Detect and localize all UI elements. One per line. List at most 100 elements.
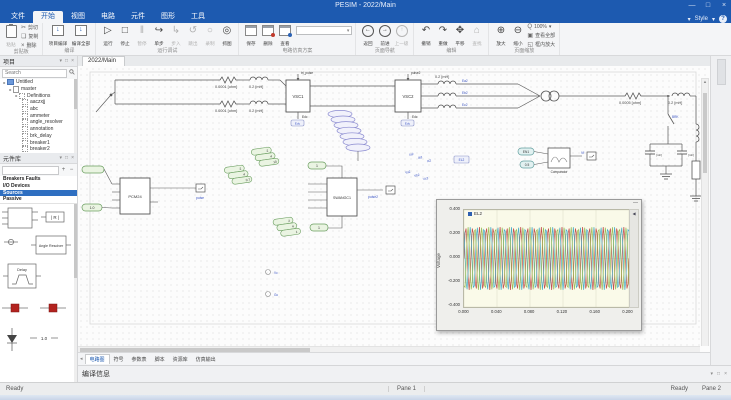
delay-component[interactable]: Delay: [3, 264, 41, 288]
output-phase-c[interactable]: Ec2: [421, 96, 540, 108]
step-out-button[interactable]: ↺ 跳出: [184, 24, 201, 48]
library-search-input[interactable]: [2, 166, 59, 175]
signal-pill[interactable]: [82, 166, 112, 184]
pan-button[interactable]: ✥ 平移: [451, 24, 468, 48]
stop-button[interactable]: □ 停止: [116, 24, 133, 48]
snapshot-button[interactable]: ◎ 抓图: [218, 24, 235, 48]
scheme-combobox[interactable]: ▾: [296, 26, 352, 35]
chevron-down-icon[interactable]: ▾: [688, 16, 691, 23]
category-breakers-faults[interactable]: Breakers Faults: [0, 176, 77, 183]
tab-resources[interactable]: 资源库: [169, 355, 192, 364]
vsc1-block[interactable]: VSC1 tri_pulse Edc Edc: [286, 71, 313, 126]
breaker-component[interactable]: [2, 304, 28, 312]
zoom-in-button[interactable]: ⊕ 放大: [492, 24, 509, 48]
tree-item[interactable]: breaker2: [0, 146, 77, 153]
minimize-icon[interactable]: —: [687, 0, 697, 11]
el2-tag[interactable]: EL2: [454, 156, 469, 163]
maximize-icon[interactable]: □: [703, 0, 713, 11]
close-icon[interactable]: ×: [71, 155, 74, 161]
meter-component[interactable]: [4, 240, 18, 245]
signal-pill[interactable]: 1: [308, 162, 326, 169]
comparator-block[interactable]: Comparator: [548, 148, 582, 174]
help-icon[interactable]: ?: [719, 15, 727, 23]
tree-item[interactable]: brk_delay: [0, 133, 77, 140]
compile-all-button[interactable]: ↓ 编译全部: [69, 24, 92, 48]
breaker-component[interactable]: [40, 304, 66, 312]
cable-bundle[interactable]: [328, 110, 370, 161]
view-all-button[interactable]: ▣ 查看全部: [527, 32, 555, 39]
scheme-save-button[interactable]: 保存: [242, 24, 259, 48]
library-preview-scrollbar[interactable]: [74, 204, 77, 389]
pcm24-block[interactable]: PCM24: [112, 178, 196, 214]
tag-stack[interactable]: 2 4 1: [273, 216, 301, 237]
collapse-icon[interactable]: ▾: [711, 371, 714, 377]
tab-components[interactable]: 元件: [123, 11, 153, 23]
paste-button[interactable]: 粘贴: [3, 24, 20, 49]
line-rl[interactable]: 0.0005 [ohm] 0.2 [mH]: [559, 93, 696, 105]
scroll-up-icon[interactable]: ▲: [702, 79, 708, 85]
project-search-input[interactable]: [2, 69, 67, 78]
gain-component[interactable]: 1.0: [30, 336, 58, 341]
scheme-view-button[interactable]: 查看: [276, 24, 293, 48]
tree-item[interactable]: ammeter: [0, 112, 77, 119]
diode-component[interactable]: [7, 328, 17, 351]
tab-script[interactable]: 脚本: [151, 355, 169, 364]
tree-item[interactable]: breaker1: [0, 139, 77, 146]
signal-pill[interactable]: 1.0: [82, 204, 112, 211]
zoom-out-button[interactable]: ⊖ 缩小: [509, 24, 526, 48]
style-menu[interactable]: Style: [695, 16, 708, 22]
flipflop-component[interactable]: [2, 208, 38, 228]
node-tag[interactable]: Vc: [266, 270, 279, 276]
tab-symbol[interactable]: 符号: [110, 355, 128, 364]
pin-icon[interactable]: □: [65, 58, 68, 64]
goto-tag[interactable]: [196, 184, 205, 192]
scope-window[interactable]: — Voltage 0.400 0.200 0.000 -0.200 -0.40…: [436, 199, 642, 331]
goto-tag[interactable]: [386, 186, 395, 194]
tag-stack[interactable]: 2 4 0.7: [224, 164, 252, 185]
add-library-button[interactable]: +: [60, 166, 67, 174]
right-dock-tab[interactable]: [717, 59, 726, 85]
record-button[interactable]: ○ 录制: [201, 24, 218, 48]
library-preview-canvas[interactable]: | R | Angle Resolver Delay: [0, 204, 74, 388]
goto-tag[interactable]: [587, 152, 596, 160]
transformer[interactable]: [541, 91, 559, 101]
search-icon[interactable]: [68, 69, 75, 78]
tag-stack[interactable]: 2 4 10: [251, 146, 279, 167]
pin-icon[interactable]: □: [717, 371, 720, 377]
delete-button[interactable]: ×删除: [21, 42, 38, 49]
zoom-box-button[interactable]: ◱ 框内放大: [527, 41, 555, 48]
run-button[interactable]: ▷ 运行: [99, 24, 116, 48]
breaker-branch[interactable]: BRK [mF] [mF]: [645, 96, 694, 179]
scope-minimize-icon[interactable]: —: [633, 200, 638, 206]
collapse-icon[interactable]: ▾: [60, 58, 63, 64]
tree-item-master[interactable]: ▸master: [0, 86, 77, 93]
tree-item[interactable]: annotation: [0, 126, 77, 133]
chevron-down-icon[interactable]: ▾: [712, 16, 715, 23]
forward-button[interactable]: → 前进: [376, 24, 393, 48]
tab-schematic[interactable]: 电路图: [85, 354, 110, 364]
tab-parameters[interactable]: 参数表: [128, 355, 151, 364]
category-io-devices[interactable]: I/O Devices: [0, 183, 77, 190]
redo-button[interactable]: ↷ 重做: [434, 24, 451, 48]
document-tab[interactable]: 2022/Main: [82, 56, 125, 66]
close-icon[interactable]: ×: [719, 0, 729, 11]
vsc2-block[interactable]: VSC2 pulse2 Edc Edc: [395, 71, 421, 126]
scope-side-strip[interactable]: ◀: [629, 209, 639, 308]
copy-button[interactable]: ❏复制: [21, 33, 38, 40]
step-button[interactable]: ↪ 单步: [150, 24, 167, 48]
scheme-delete-button[interactable]: 删除: [259, 24, 276, 48]
rl-branch[interactable]: 0.0001 [ohm] 0.2 [mH]: [115, 77, 286, 89]
remove-library-button[interactable]: −: [68, 166, 75, 174]
close-icon[interactable]: ×: [71, 58, 74, 64]
signal-pill[interactable]: EN1: [518, 148, 548, 155]
category-sources[interactable]: Sources: [0, 190, 77, 197]
abs-component[interactable]: | R |: [41, 212, 64, 222]
signal-pill[interactable]: 0.5: [520, 161, 548, 168]
compile-project-button[interactable]: ↓ 项目编译: [46, 24, 69, 48]
up-level-button[interactable]: ↑ 上一级: [393, 24, 410, 48]
tab-scroll-left-icon[interactable]: ◂: [80, 356, 83, 362]
tab-sim-output[interactable]: 仿真输出: [192, 355, 220, 364]
tree-item-untitled[interactable]: ▸Untitled: [0, 79, 77, 86]
tab-circuit[interactable]: 电路: [93, 11, 123, 23]
collapse-icon[interactable]: ▾: [60, 155, 63, 161]
